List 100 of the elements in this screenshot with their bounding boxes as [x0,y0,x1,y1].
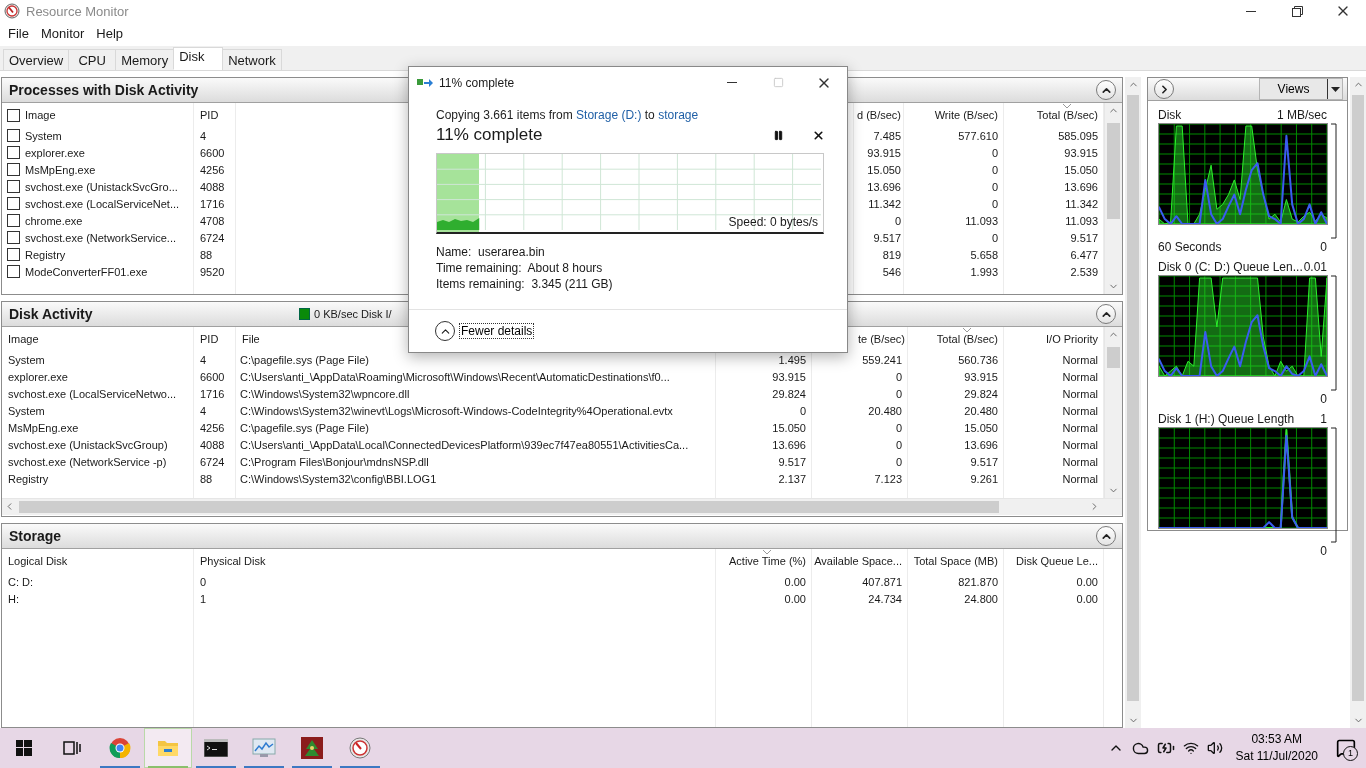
table-cell: 4708 [200,214,225,227]
section-title: Disk Activity [9,306,94,322]
close-icon [812,128,825,142]
task-view-icon [63,741,81,755]
column-header[interactable]: Active Time (%) [729,550,806,567]
column-header[interactable]: Logical Disk [8,550,68,567]
table-cell: 24.734 [868,592,902,605]
table-cell: 821.870 [958,575,998,588]
section-title: Storage [9,528,62,544]
collapse-button[interactable] [1096,80,1116,100]
scrollbar[interactable] [1350,77,1366,728]
column-header[interactable]: Total Space (MB) [913,550,998,567]
table-cell: 9.261 [970,472,998,485]
table-cell: Normal [1062,387,1098,400]
column-header[interactable]: File [242,328,260,345]
tab[interactable]: Memory [115,49,175,70]
graph-max-label: 1 MB/sec [1277,108,1327,122]
scrollbar[interactable] [1104,327,1122,498]
scrollbar[interactable] [1104,103,1122,294]
dropdown-arrow-icon [1327,79,1342,99]
row-checkbox[interactable] [7,163,20,176]
table-cell: 819 [882,248,901,261]
table-cell: 0 [991,180,998,193]
row-checkbox[interactable] [7,180,20,193]
table-cell: H: [8,592,19,605]
table-cell: 13.696 [1064,180,1098,193]
folder-icon [157,738,179,758]
column-header[interactable]: Image [25,104,56,121]
row-checkbox[interactable] [7,197,20,210]
destination-link[interactable]: storage [658,108,699,122]
column-header[interactable]: PID [200,328,219,345]
views-button[interactable]: Views [1259,78,1343,100]
clock[interactable]: 03:53 AM Sat 11/Jul/2020 [1227,731,1326,765]
tab[interactable]: Network [222,49,282,70]
menu-item[interactable]: Monitor [34,25,91,41]
tab[interactable]: Disk [173,47,224,70]
row-checkbox[interactable] [7,231,20,244]
horizontal-scrollbar[interactable] [2,498,1122,515]
minimize-icon [727,82,737,83]
scrollbar[interactable] [1125,77,1141,728]
table-cell: 560.736 [958,353,998,366]
column-header[interactable]: d (B/sec) [857,104,901,121]
table-cell: 4 [200,353,207,366]
legend-swatch [299,308,310,320]
column-header[interactable]: Physical Disk [200,550,266,567]
menu-item[interactable]: Help [90,25,130,41]
menu-item[interactable]: File [2,25,35,41]
table-cell: svchost.exe (UnistackSvcGro... [25,180,178,193]
table-cell: C: D: [8,575,34,588]
column-header[interactable]: Total (B/sec) [1036,104,1098,121]
fewer-details-button[interactable]: Fewer details [459,323,535,339]
table-cell: C:\Users\anti_\AppData\Local\ConnectedDevicesPlatform\939ec7f47ea80551\ActivitiesCa... [240,438,689,451]
table-cell: 6.477 [1070,248,1098,261]
row-checkbox[interactable] [7,129,20,142]
table-cell: 0 [895,455,902,468]
graph-max-label: 1 [1320,412,1327,426]
collapse-button[interactable] [1096,304,1116,324]
tab[interactable]: Overview [3,49,70,70]
table-cell: 1716 [200,197,225,210]
column-header[interactable]: Disk Queue Le... [1016,550,1098,567]
table-cell: 0 [991,231,998,244]
pause-button[interactable] [773,129,784,141]
row-checkbox[interactable] [7,248,20,261]
column-header[interactable]: te (B/sec) [857,328,905,345]
table-cell: 4 [200,404,207,417]
table-cell: 0 [991,146,998,159]
collapse-button[interactable] [1096,526,1116,546]
copy-icon [417,76,433,89]
table-cell: Normal [1062,353,1098,366]
graph-title: Disk 1 (H:) Queue Length [1158,412,1295,426]
table-cell: 11.342 [1065,197,1098,210]
table-cell: Normal [1062,421,1098,434]
graph-min-label: 0 [1320,544,1327,558]
notification-icon [1336,738,1356,758]
column-header[interactable]: Available Space... [814,550,902,567]
row-checkbox[interactable] [7,214,20,227]
row-checkbox[interactable] [7,146,20,159]
table-cell: 0.00 [784,575,806,588]
source-link[interactable]: Storage (D:) [576,108,642,122]
table-cell: 6600 [200,146,225,159]
expand-button[interactable] [1154,79,1174,99]
table-cell: 0.00 [784,592,806,605]
table-cell: 6724 [200,231,225,244]
table-cell: 2.539 [1070,265,1098,278]
detail-text: Name: userarea.bin [436,244,546,260]
table-cell: C:\pagefile.sys (Page File) [240,421,369,434]
cancel-button[interactable] [812,128,825,142]
column-header[interactable]: Write (B/sec) [934,104,998,121]
browser-icon [109,737,131,759]
graph-min-label: 0 [1320,392,1327,406]
table-cell: 0 [894,214,901,227]
table-cell: Normal [1062,404,1098,417]
row-checkbox[interactable] [7,265,20,278]
column-header[interactable]: Total (B/sec) [936,328,998,345]
column-header[interactable]: I/O Priority [1046,328,1098,345]
notifications-button[interactable]: 1 [1326,728,1366,768]
scroll-right-icon[interactable] [1089,501,1100,512]
column-header[interactable]: Image [8,328,39,345]
select-all-checkbox[interactable] [7,108,20,122]
column-header[interactable]: PID [200,104,219,121]
